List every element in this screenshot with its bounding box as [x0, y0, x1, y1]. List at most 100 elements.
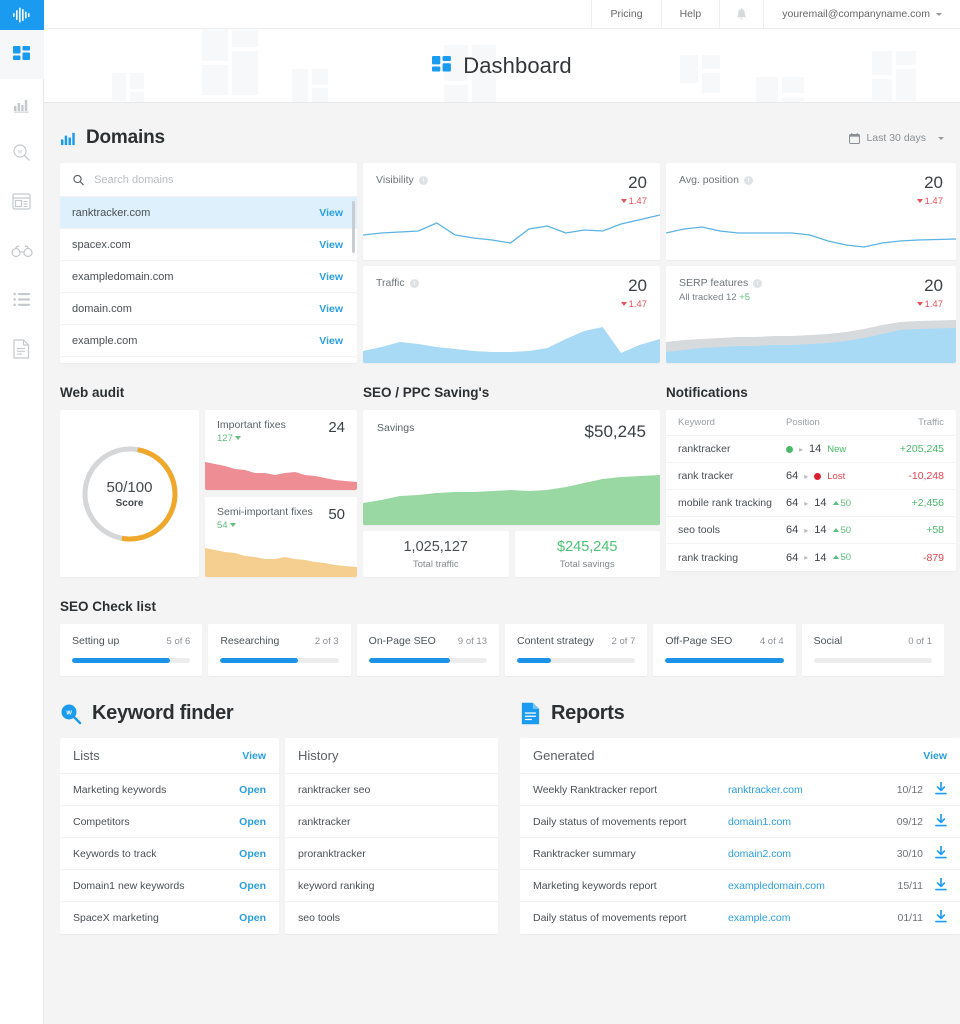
- download-icon: [935, 910, 947, 923]
- download-button[interactable]: [923, 782, 947, 798]
- open-link[interactable]: Open: [239, 880, 266, 892]
- notification-bell-button[interactable]: [719, 0, 763, 28]
- checklist-card[interactable]: Setting up 5 of 6: [60, 624, 202, 676]
- trend-down-icon: [917, 199, 923, 203]
- list-item[interactable]: ranktracker: [285, 806, 498, 838]
- table-row[interactable]: ranktracker ▸ 14 New +205,245: [666, 436, 956, 463]
- total-traffic-label: Total traffic: [413, 559, 459, 570]
- checklist-card[interactable]: Researching 2 of 3: [208, 624, 350, 676]
- table-row[interactable]: Daily status of movements report example…: [520, 902, 960, 934]
- domain-view-link[interactable]: View: [319, 271, 343, 283]
- domain-list-scrollbar[interactable]: [352, 201, 355, 253]
- info-icon[interactable]: i: [744, 176, 753, 185]
- checklist-name: Social: [814, 635, 843, 647]
- topbar-pricing-link[interactable]: Pricing: [591, 0, 660, 28]
- open-link[interactable]: Open: [239, 912, 266, 924]
- bottom-sections: w Keyword finder Lists View Marketing ke…: [60, 676, 944, 934]
- domain-list: ranktracker.com View spacex.com View exa…: [60, 197, 357, 357]
- table-row[interactable]: Ranktracker summary domain2.com 30/10: [520, 838, 960, 870]
- report-domain-link[interactable]: ranktracker.com: [728, 784, 873, 796]
- metric-label: SERP features: [679, 277, 748, 289]
- fix-sub: 54: [217, 520, 313, 531]
- checklist-card[interactable]: On-Page SEO 9 of 13: [357, 624, 499, 676]
- report-domain-link[interactable]: domain1.com: [728, 816, 873, 828]
- checklist-card[interactable]: Social 0 of 1: [802, 624, 944, 676]
- download-icon: [935, 846, 947, 859]
- report-domain-link[interactable]: exampledomain.com: [728, 880, 873, 892]
- web-audit-cards: 50/100 Score Important fixes: [60, 410, 357, 577]
- open-link[interactable]: Open: [239, 784, 266, 796]
- domain-view-link[interactable]: View: [319, 239, 343, 251]
- domain-row[interactable]: domain.com View: [60, 293, 357, 325]
- info-icon[interactable]: i: [410, 279, 419, 288]
- download-button[interactable]: [923, 910, 947, 926]
- list-item[interactable]: Keywords to track Open: [60, 838, 279, 870]
- traffic-cell: +58: [898, 524, 944, 536]
- app-logo[interactable]: [0, 0, 44, 30]
- table-row[interactable]: rank tracker 64 ▸ Lost -10,248: [666, 463, 956, 490]
- download-button[interactable]: [923, 846, 947, 862]
- info-icon[interactable]: i: [753, 279, 762, 288]
- lists-view-link[interactable]: View: [242, 750, 266, 762]
- domain-view-link[interactable]: View: [319, 207, 343, 219]
- domain-row[interactable]: ranktracker.com View: [60, 197, 357, 229]
- sidebar-item-keyword-finder[interactable]: w: [0, 128, 44, 177]
- list-item[interactable]: Domain1 new keywords Open: [60, 870, 279, 902]
- report-domain-link[interactable]: domain2.com: [728, 848, 873, 860]
- soundwave-logo-icon: [12, 7, 32, 23]
- report-date: 10/12: [873, 784, 923, 796]
- list-item[interactable]: Competitors Open: [60, 806, 279, 838]
- checklist-count: 5 of 6: [167, 636, 191, 647]
- download-button[interactable]: [923, 878, 947, 894]
- checklist-count: 2 of 3: [315, 636, 339, 647]
- sidebar-item-seo-checklist[interactable]: [0, 275, 44, 324]
- metric-label: Traffic: [376, 277, 405, 289]
- date-range-selector[interactable]: Last 30 days: [849, 132, 944, 144]
- account-email: youremail@companyname.com: [782, 8, 930, 20]
- table-row[interactable]: rank tracking 64 ▸ 14 50 -879: [666, 544, 956, 571]
- table-row[interactable]: seo tools 64 ▸ 14 50 +58: [666, 517, 956, 544]
- domain-name: example.com: [72, 335, 137, 347]
- progress-bar: [72, 658, 190, 663]
- domain-view-link[interactable]: View: [319, 303, 343, 315]
- info-icon[interactable]: i: [419, 176, 428, 185]
- list-item[interactable]: ranktracker seo: [285, 774, 498, 806]
- position-cell: 64 ▸ 14 50: [786, 497, 898, 509]
- table-row[interactable]: mobile rank tracking 64 ▸ 14 50 +2,456: [666, 490, 956, 517]
- status-dot-red-icon: [814, 473, 821, 480]
- svg-text:w: w: [65, 709, 72, 716]
- list-item[interactable]: Marketing keywords Open: [60, 774, 279, 806]
- domain-row[interactable]: exampledomain.com View: [60, 261, 357, 293]
- generated-view-link[interactable]: View: [923, 750, 947, 762]
- table-row[interactable]: Daily status of movements report domain1…: [520, 806, 960, 838]
- domain-row[interactable]: example.com View: [60, 325, 357, 357]
- download-icon: [935, 878, 947, 891]
- list-item-label: ranktracker: [298, 816, 351, 828]
- sidebar-item-rank-tracker[interactable]: [0, 79, 44, 128]
- download-icon: [935, 782, 947, 795]
- checklist-name: Off-Page SEO: [665, 635, 732, 647]
- domain-view-link[interactable]: View: [319, 335, 343, 347]
- traffic-cell: -879: [898, 552, 944, 564]
- list-item[interactable]: SpaceX marketing Open: [60, 902, 279, 934]
- sidebar-item-web-audit[interactable]: [0, 177, 44, 226]
- list-item[interactable]: keyword ranking: [285, 870, 498, 902]
- open-link[interactable]: Open: [239, 816, 266, 828]
- checklist-card[interactable]: Content strategy 2 of 7: [505, 624, 647, 676]
- report-domain-link[interactable]: example.com: [728, 912, 873, 924]
- checklist-card[interactable]: Off-Page SEO 4 of 4: [653, 624, 795, 676]
- metric-delta: 1.47: [621, 196, 648, 207]
- domain-row[interactable]: spacex.com View: [60, 229, 357, 261]
- sidebar-item-reports[interactable]: [0, 324, 44, 373]
- search-input[interactable]: [94, 174, 344, 186]
- open-link[interactable]: Open: [239, 848, 266, 860]
- table-row[interactable]: Weekly Ranktracker report ranktracker.co…: [520, 774, 960, 806]
- download-button[interactable]: [923, 814, 947, 830]
- account-menu[interactable]: youremail@companyname.com: [763, 0, 960, 28]
- list-item[interactable]: proranktracker: [285, 838, 498, 870]
- topbar-help-link[interactable]: Help: [661, 0, 720, 28]
- sidebar-item-dashboard[interactable]: [0, 30, 44, 79]
- table-row[interactable]: Marketing keywords report exampledomain.…: [520, 870, 960, 902]
- sidebar-item-serp-checker[interactable]: [0, 226, 44, 275]
- list-item[interactable]: seo tools: [285, 902, 498, 934]
